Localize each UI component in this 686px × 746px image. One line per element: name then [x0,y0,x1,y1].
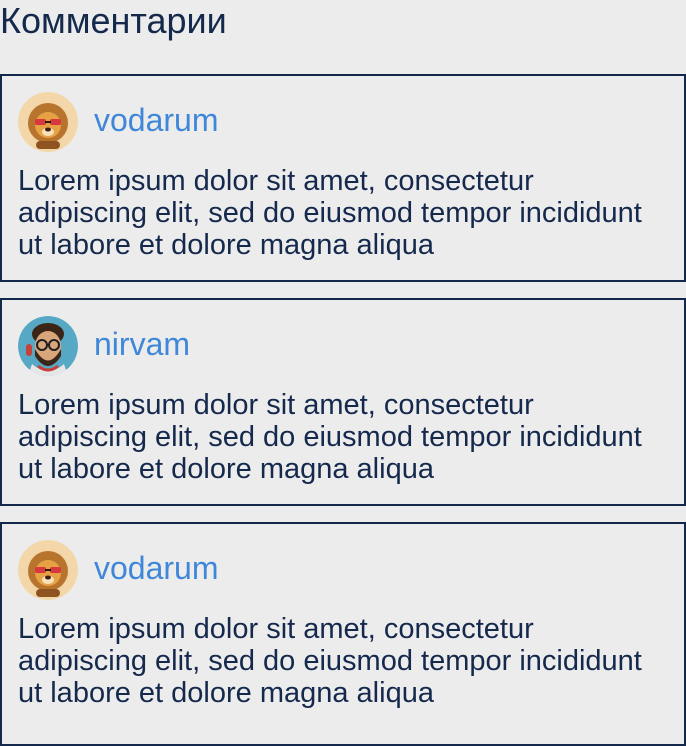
comment-text: Lorem ipsum dolor sit amet, consectetur … [18,165,642,261]
lion-avatar-icon[interactable] [18,540,78,600]
comment-card: vodarum Lorem ipsum dolor sit amet, cons… [0,74,686,282]
comment-username[interactable]: vodarum [94,550,219,586]
bearded-man-avatar-icon[interactable] [18,316,78,376]
page-title: Комментарии [0,0,227,41]
lion-avatar-icon[interactable] [18,92,78,152]
comments-list: vodarum Lorem ipsum dolor sit amet, cons… [0,74,686,746]
comment-username[interactable]: vodarum [94,102,219,138]
comment-username[interactable]: nirvam [94,326,190,362]
comment-text: Lorem ipsum dolor sit amet, consectetur … [18,613,642,709]
comment-text: Lorem ipsum dolor sit amet, consectetur … [18,389,642,485]
comment-card: vodarum Lorem ipsum dolor sit amet, cons… [0,522,686,746]
comment-card: nirvam Lorem ipsum dolor sit amet, conse… [0,298,686,506]
